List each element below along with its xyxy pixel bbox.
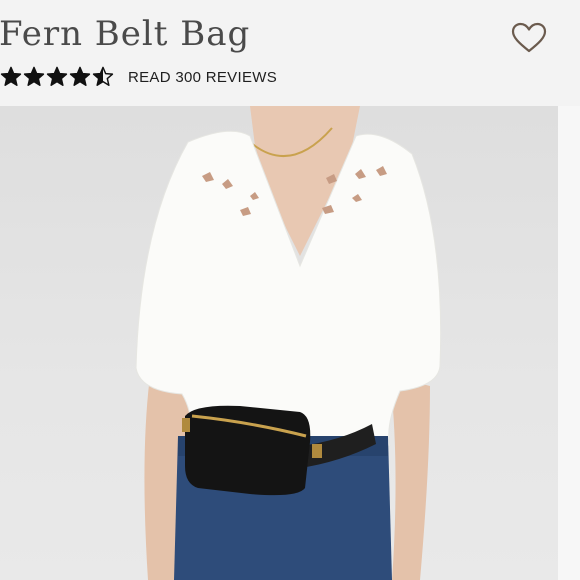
star-full-icon [46, 66, 68, 86]
favorite-button[interactable] [511, 22, 547, 54]
product-title: Fern Belt Bag [0, 14, 251, 54]
model-wearing-belt-bag-image [135, 106, 442, 580]
rating-row: READ 300 REVIEWS [0, 64, 277, 90]
product-photo [0, 106, 558, 580]
star-full-icon [69, 66, 91, 86]
star-full-icon [0, 66, 22, 86]
page-edge [558, 106, 580, 580]
star-full-icon [23, 66, 45, 86]
read-reviews-link[interactable]: READ 300 REVIEWS [128, 69, 277, 86]
heart-outline-icon [511, 22, 547, 53]
star-half-icon [92, 66, 114, 86]
star-rating [0, 66, 114, 88]
